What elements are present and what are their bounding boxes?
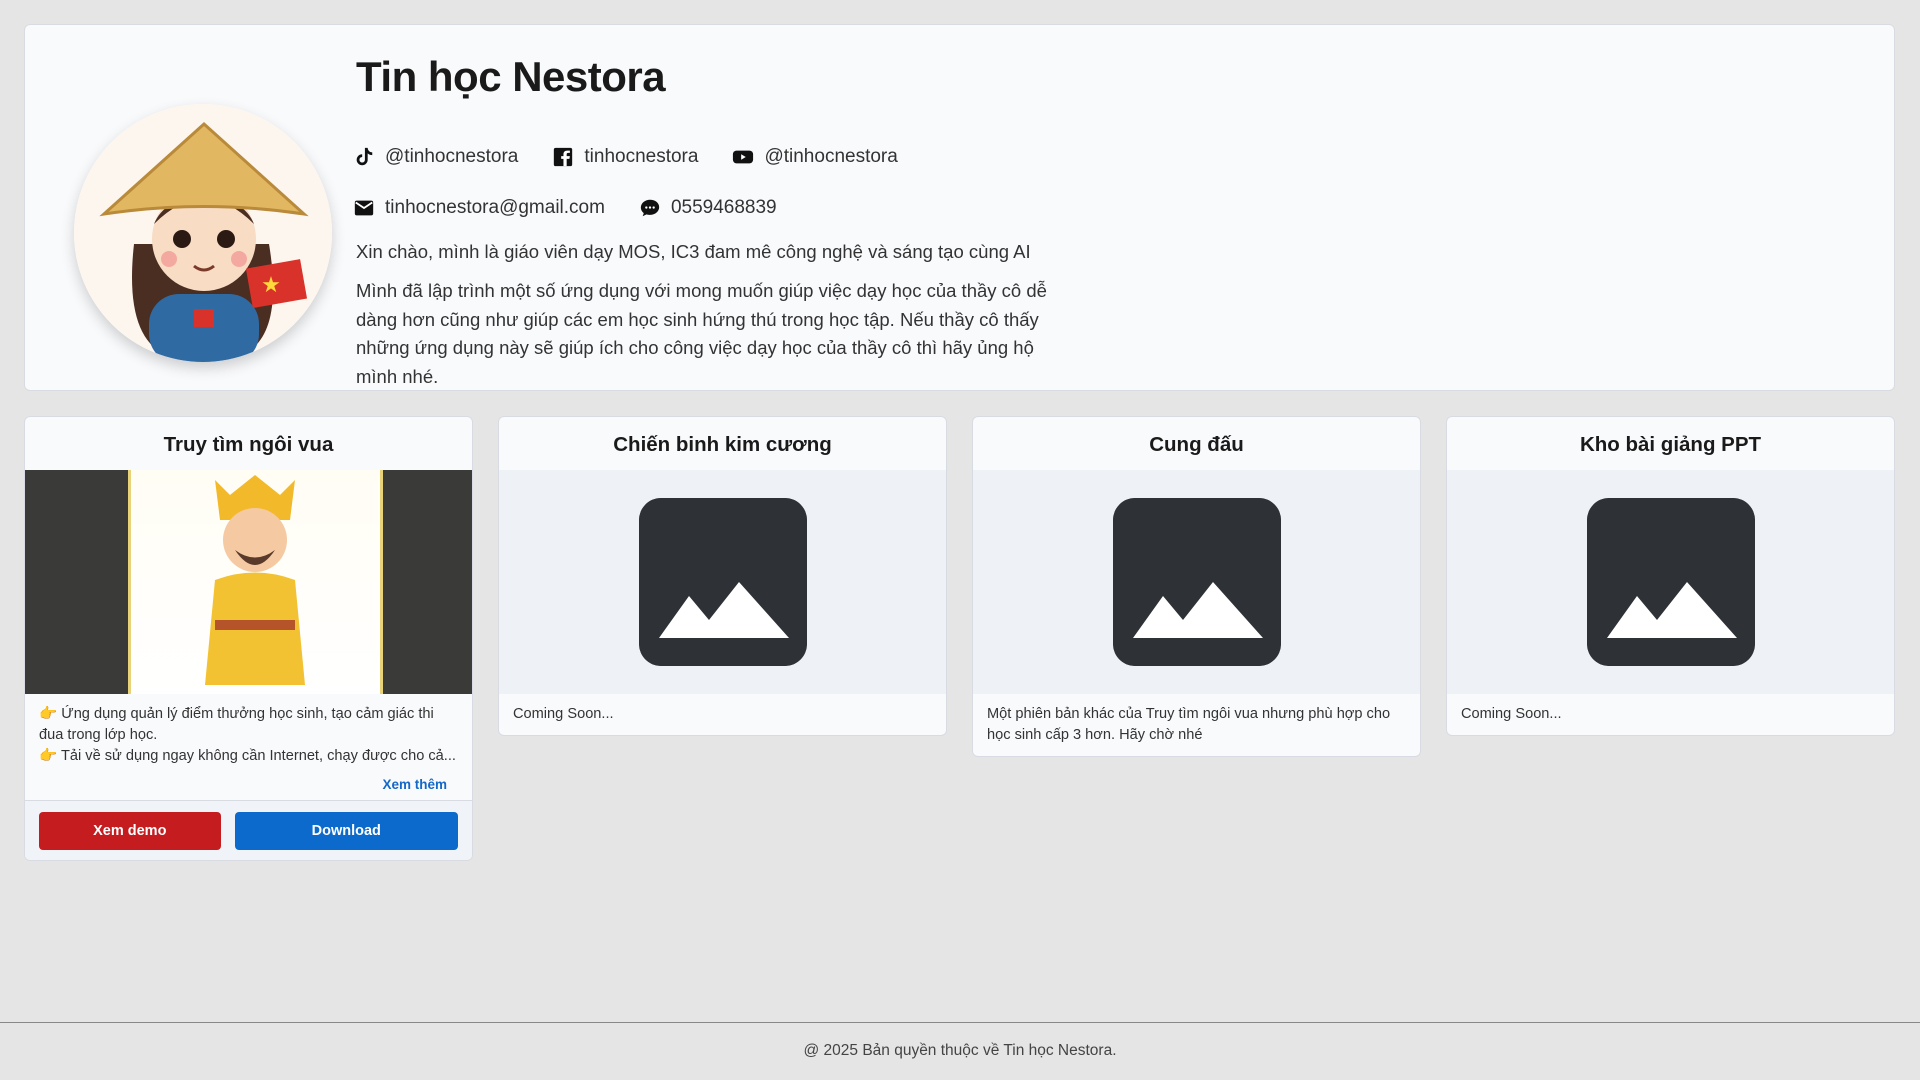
- king-illustration: [205, 475, 305, 685]
- contact-info: tinhocnestora@gmail.com 0559468839: [353, 197, 811, 219]
- footer: @ 2025 Bản quyền thuộc về Tin học Nestor…: [0, 1022, 1920, 1080]
- see-more-link[interactable]: Xem thêm: [25, 777, 472, 800]
- phone-link[interactable]: 0559468839: [639, 197, 777, 219]
- app-card-cung-dau: Cung đấu Một phiên bản khác của Truy tìm…: [972, 416, 1421, 757]
- bio-paragraph: Mình đã lập trình một số ứng dụng với mo…: [356, 280, 1047, 388]
- app-card-kho-bai-giang-ppt: Kho bài giảng PPT Coming Soon...: [1446, 416, 1895, 736]
- card-description: 👉 Ứng dụng quản lý điểm thưởng học sinh,…: [25, 694, 472, 777]
- profile-card: ★ Tin học Nestora @tinhocnestora tinhocn…: [24, 24, 1895, 391]
- view-demo-button[interactable]: Xem demo: [39, 811, 221, 850]
- image-placeholder-icon: [638, 498, 807, 666]
- image-placeholder: [1447, 470, 1894, 694]
- svg-text:★: ★: [261, 272, 281, 297]
- chat-icon: [640, 199, 660, 217]
- mail-icon: [354, 200, 374, 216]
- email-address: tinhocnestora@gmail.com: [385, 197, 605, 218]
- card-description: Một phiên bản khác của Truy tìm ngôi vua…: [987, 706, 1391, 743]
- phone-number: 0559468839: [670, 197, 777, 218]
- card-title: Kho bài giảng PPT: [1579, 433, 1762, 456]
- image-placeholder-icon: [1586, 498, 1755, 666]
- facebook-icon: [554, 147, 573, 167]
- desc-line-1: 👉 Ứng dụng quản lý điểm thưởng học sinh,…: [39, 706, 434, 743]
- app-screenshot: [25, 470, 472, 694]
- card-title: Truy tìm ngôi vua: [163, 433, 334, 456]
- tiktok-link[interactable]: @tinhocnestora: [353, 146, 518, 168]
- image-placeholder: [499, 470, 946, 694]
- app-card-chien-binh-kim-cuong: Chiến binh kim cương Coming Soon...: [498, 416, 947, 736]
- card-actions: Xem demo Download: [25, 800, 472, 860]
- youtube-link[interactable]: @tinhocnestora: [732, 146, 898, 168]
- tiktok-handle: @tinhocnestora: [385, 146, 519, 167]
- facebook-link[interactable]: tinhocnestora: [552, 146, 698, 168]
- social-links: @tinhocnestora tinhocnestora @tinhocnest…: [353, 146, 932, 168]
- intro-text: Xin chào, mình là giáo viên dạy MOS, IC3…: [356, 241, 1031, 262]
- avatar: ★: [74, 104, 332, 362]
- download-button[interactable]: Download: [234, 811, 458, 850]
- image-placeholder-icon: [1112, 498, 1281, 666]
- page-title: Tin học Nestora: [356, 53, 666, 100]
- card-title: Chiến binh kim cương: [613, 433, 832, 456]
- card-description: Coming Soon...: [1461, 706, 1562, 722]
- email-link[interactable]: tinhocnestora@gmail.com: [353, 197, 605, 219]
- app-card-truy-tim-ngoi-vua: Truy tìm ngôi vua 👉 Ứng dụng quản lý điể…: [24, 416, 473, 861]
- youtube-icon: [733, 150, 754, 164]
- card-description: Coming Soon...: [513, 706, 614, 722]
- card-title: Cung đấu: [1149, 433, 1244, 456]
- facebook-handle: tinhocnestora: [584, 146, 699, 167]
- desc-line-2: 👉 Tải về sử dụng ngay không cần Internet…: [39, 748, 456, 764]
- copyright-text: @ 2025 Bản quyền thuộc về Tin học Nestor…: [803, 1042, 1117, 1059]
- image-placeholder: [973, 470, 1420, 694]
- tiktok-icon: [356, 147, 373, 166]
- youtube-handle: @tinhocnestora: [764, 146, 898, 167]
